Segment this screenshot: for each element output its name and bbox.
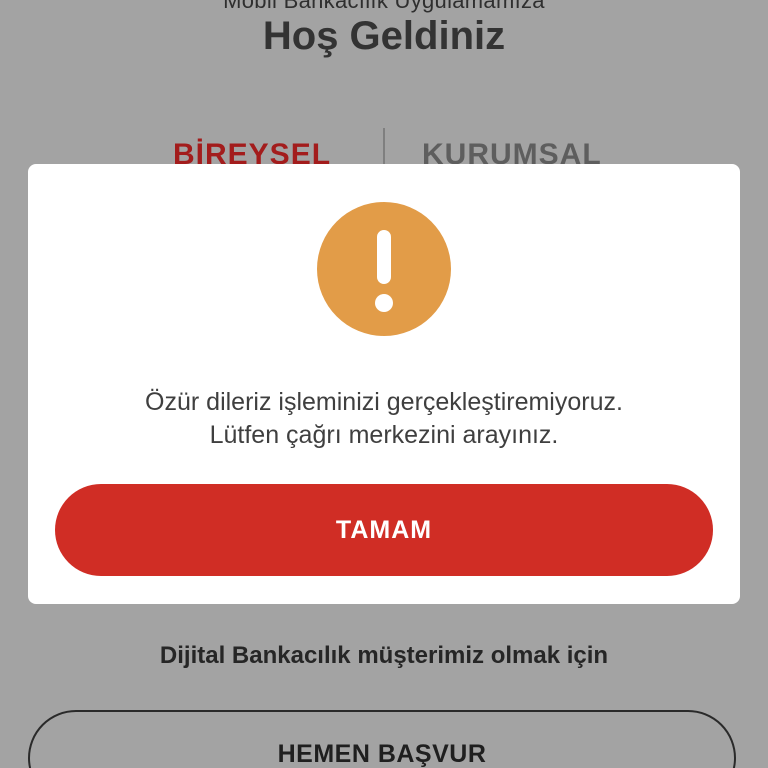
dialog-message-line-2: Lütfen çağrı merkezini arayınız. xyxy=(209,421,559,449)
welcome-subtitle: Mobil Bankacılık Uygulamamıza xyxy=(223,0,545,13)
error-dialog: Özür dileriz işleminizi gerçekleştiremiy… xyxy=(28,164,740,604)
dialog-message: Özür dileriz işleminizi gerçekleştiremiy… xyxy=(28,386,740,452)
welcome-title: Hoş Geldiniz xyxy=(262,14,506,58)
ok-button[interactable]: TAMAM xyxy=(55,484,713,576)
app-screen: Mobil Bankacılık Uygulamamıza Hoş Geldin… xyxy=(0,0,768,768)
warning-badge xyxy=(317,202,451,336)
apply-now-button[interactable]: HEMEN BAŞVUR xyxy=(28,710,736,768)
dialog-message-line-1: Özür dileriz işleminizi gerçekleştiremiy… xyxy=(145,388,623,416)
digital-banking-text: Dijital Bankacılık müşterimiz olmak için xyxy=(159,642,609,669)
exclamation-icon xyxy=(375,230,393,312)
